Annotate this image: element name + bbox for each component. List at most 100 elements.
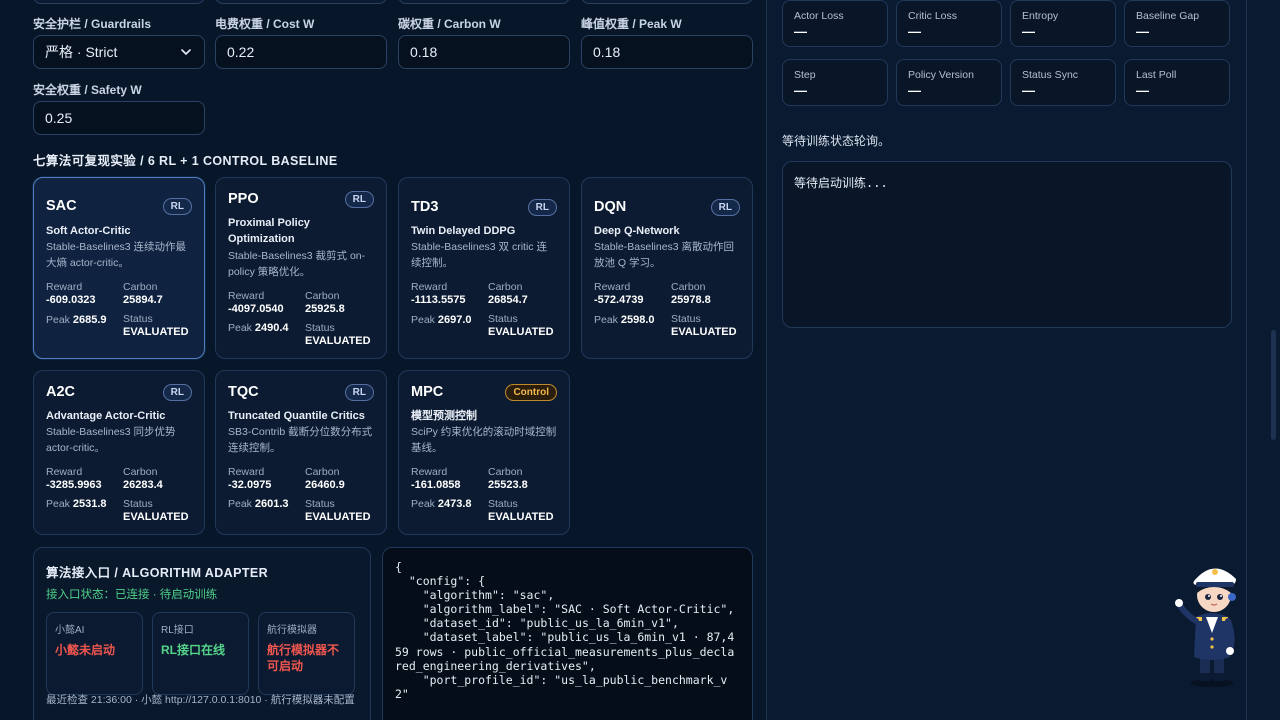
- carbon-value: 25894.7: [123, 294, 163, 306]
- config-json-text: { "config": { "algorithm": "sac", "algor…: [395, 560, 735, 701]
- xiaoyi-ai-label: 小懿AI: [55, 625, 85, 636]
- adapter-last-check: 最近检查 21:36:00 · 小懿 http://127.0.0.1:8010…: [46, 694, 355, 706]
- guardrails-label: 安全护栏 / Guardrails: [33, 17, 152, 31]
- status-value: EVALUATED: [305, 511, 371, 523]
- carbon-label: Carbon: [305, 466, 340, 478]
- safety-weight-input[interactable]: 0.25: [33, 101, 205, 135]
- peak-label: Peak: [228, 322, 252, 334]
- peak-label: Peak: [46, 314, 70, 326]
- voyage-simulator-status-card: 航行模拟器 航行模拟器不可启动: [258, 612, 355, 695]
- status-label: Status: [123, 313, 153, 325]
- assistant-mascot-icon[interactable]: [1172, 553, 1252, 688]
- field-stub: [398, 0, 570, 4]
- rl-interface-status-card: RL接口 RL接口在线: [152, 612, 249, 695]
- algorithm-type-badge: RL: [162, 384, 192, 401]
- status-value: EVALUATED: [488, 326, 554, 338]
- algorithm-subtitle: 模型预测控制: [411, 410, 477, 422]
- algorithm-subtitle: Twin Delayed DDPG: [411, 225, 516, 237]
- algorithm-card-tqc[interactable]: TQC RL Truncated Quantile Critics SB3-Co…: [215, 370, 387, 535]
- carbon-weight-label: 碳权重 / Carbon W: [398, 17, 501, 31]
- status-value: EVALUATED: [123, 511, 189, 523]
- status-label: Status: [671, 313, 701, 325]
- peak-value: 2685.9: [72, 314, 107, 326]
- reward-value: -572.4739: [594, 294, 644, 306]
- guardrails-select[interactable]: 严格 · Strict: [33, 35, 205, 69]
- algorithm-card-dqn[interactable]: DQN RL Deep Q-Network Stable-Baselines3 …: [581, 177, 753, 359]
- safety-weight-label: 安全权重 / Safety W: [33, 83, 142, 97]
- algorithm-subtitle: Truncated Quantile Critics: [228, 410, 365, 422]
- peak-metric: Peak 2601.3: [228, 498, 289, 510]
- stat-label: Last Poll: [1136, 69, 1177, 81]
- reward-value: -161.0858: [411, 479, 461, 491]
- peak-label: Peak: [594, 314, 618, 326]
- stat-value: —: [1136, 24, 1149, 39]
- adapter-title: 算法接入口 / ALGORITHM ADAPTER: [46, 566, 269, 580]
- algorithm-type-badge: RL: [527, 199, 557, 216]
- stat-value: —: [1136, 83, 1149, 98]
- reward-value: -1113.5575: [411, 294, 466, 306]
- config-json-viewer[interactable]: { "config": { "algorithm": "sac", "algor…: [382, 547, 753, 720]
- cost-weight-label: 电费权重 / Cost W: [215, 17, 315, 31]
- algorithm-description: SciPy 约束优化的滚动时域控制基线。: [411, 426, 557, 454]
- voyage-simulator-status: 航行模拟器不可启动: [267, 643, 340, 673]
- guardrails-value: 严格 · Strict: [45, 44, 118, 60]
- reward-value: -32.0975: [228, 479, 272, 491]
- peak-weight-input[interactable]: 0.18: [581, 35, 753, 69]
- stat-label: Baseline Gap: [1136, 10, 1200, 22]
- stat-step: Step —: [782, 59, 888, 106]
- peak-label: Peak: [46, 498, 70, 510]
- algorithm-card-td3[interactable]: TD3 RL Twin Delayed DDPG Stable-Baseline…: [398, 177, 570, 359]
- stat-label: Entropy: [1022, 10, 1059, 22]
- carbon-weight-input[interactable]: 0.18: [398, 35, 570, 69]
- field-stub: [215, 0, 387, 4]
- algorithm-description: Stable-Baselines3 同步优势 actor-critic。: [46, 426, 176, 454]
- status-value: EVALUATED: [123, 326, 189, 338]
- status-label: Status: [123, 498, 153, 510]
- status-label: Status: [305, 498, 335, 510]
- carbon-label: Carbon: [123, 466, 158, 478]
- carbon-value: 25925.8: [305, 303, 345, 315]
- algorithm-type-badge: Control: [505, 384, 557, 401]
- peak-metric: Peak 2697.0: [411, 314, 472, 326]
- algorithm-card-sac[interactable]: SAC RL Soft Actor-Critic Stable-Baseline…: [33, 177, 205, 359]
- peak-label: Peak: [411, 314, 435, 326]
- algorithm-name: TD3: [411, 199, 439, 215]
- peak-value: 2697.0: [437, 314, 472, 326]
- training-log[interactable]: 等待启动训练...: [782, 161, 1232, 328]
- stat-label: Critic Loss: [908, 10, 958, 22]
- stat-critic-loss: Critic Loss —: [896, 0, 1002, 47]
- training-log-text: 等待启动训练...: [794, 176, 888, 190]
- scrollbar-thumb[interactable]: [1271, 330, 1276, 440]
- carbon-value: 25523.8: [488, 479, 528, 491]
- voyage-simulator-label: 航行模拟器: [267, 625, 317, 636]
- peak-label: Peak: [228, 498, 252, 510]
- algorithm-description: Stable-Baselines3 离散动作回放池 Q 学习。: [594, 241, 735, 269]
- algorithm-name: DQN: [594, 199, 627, 215]
- reward-label: Reward: [46, 466, 83, 478]
- stat-value: —: [1022, 24, 1035, 39]
- stat-policy-version: Policy Version —: [896, 59, 1002, 106]
- stat-value: —: [1022, 83, 1035, 98]
- algorithm-description: Stable-Baselines3 裁剪式 on-policy 策略优化。: [228, 250, 366, 278]
- field-stub: [33, 0, 205, 4]
- algorithm-card-a2c[interactable]: A2C RL Advantage Actor-Critic Stable-Bas…: [33, 370, 205, 535]
- algorithm-name: A2C: [46, 384, 76, 400]
- carbon-value: 26460.9: [305, 479, 345, 491]
- stat-value: —: [908, 24, 921, 39]
- algorithm-name: MPC: [411, 384, 444, 400]
- algorithms-section-title: 七算法可复现实验 / 6 RL + 1 CONTROL BASELINE: [33, 154, 338, 168]
- status-value: EVALUATED: [305, 335, 371, 347]
- algorithm-card-mpc[interactable]: MPC Control 模型预测控制 SciPy 约束优化的滚动时域控制基线。 …: [398, 370, 570, 535]
- peak-weight-value: 0.18: [593, 44, 621, 60]
- algorithm-card-ppo[interactable]: PPO RL Proximal Policy Optimization Stab…: [215, 177, 387, 359]
- stat-actor-loss: Actor Loss —: [782, 0, 888, 47]
- rl-interface-status: RL接口在线: [161, 643, 225, 657]
- status-label: Status: [305, 322, 335, 334]
- xiaoyi-ai-status: 小懿未启动: [55, 643, 116, 657]
- algorithm-subtitle: Deep Q-Network: [594, 225, 680, 237]
- algorithm-name: TQC: [228, 384, 259, 400]
- cost-weight-input[interactable]: 0.22: [215, 35, 387, 69]
- peak-value: 2473.8: [437, 498, 472, 510]
- safety-weight-value: 0.25: [45, 110, 73, 126]
- carbon-weight-value: 0.18: [410, 44, 438, 60]
